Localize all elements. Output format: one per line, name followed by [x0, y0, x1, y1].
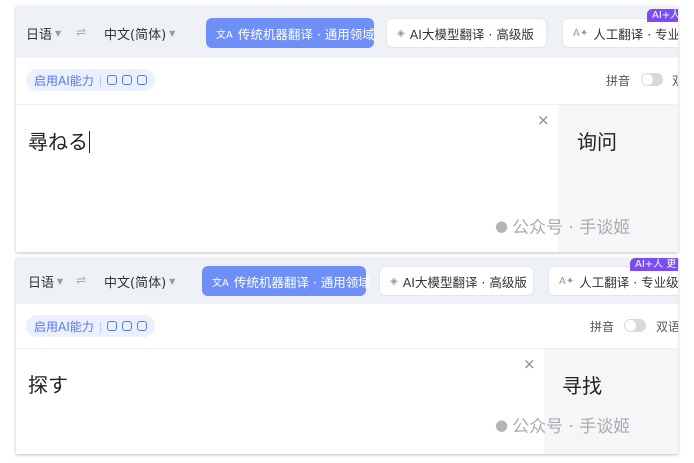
- translator-panel-1: 日语 ▼ ⇌ 中文(简体) ▼ 文A 传统机器翻译 · 通用领域 ◈ AI大模型…: [16, 6, 678, 252]
- enable-ai-label: 启用AI能力: [34, 319, 94, 334]
- tab-ai-llm-translation-label: AI大模型翻译 · 高级版: [409, 26, 534, 42]
- chevron-down-icon: ▼: [57, 277, 64, 286]
- source-text-value: 尋ねる: [28, 130, 88, 154]
- tab-human-translation[interactable]: A✦ 人工翻译 · 专业: [562, 18, 678, 48]
- ai-mode-icon[interactable]: [107, 321, 118, 331]
- wechat-icon: ●: [495, 415, 509, 434]
- ai-review-icon[interactable]: [122, 75, 133, 85]
- target-language-select[interactable]: 中文(简体) ▼: [104, 272, 175, 291]
- target-language-label: 中文(简体): [104, 28, 167, 43]
- target-language-select[interactable]: 中文(简体) ▼: [104, 24, 175, 43]
- ai-plus-human-badge: AI+人 更: [630, 258, 678, 271]
- enable-ai-toggle[interactable]: 启用AI能力 |: [26, 69, 156, 91]
- source-text-area[interactable]: 尋ねる ×: [16, 105, 558, 252]
- enable-ai-label: 启用AI能力: [34, 73, 94, 88]
- ai-model-icon: ◈: [390, 275, 398, 287]
- clear-icon[interactable]: ×: [537, 111, 550, 129]
- tab-machine-translation-label: 传统机器翻译 · 通用领域: [237, 26, 375, 42]
- target-language-label: 中文(简体): [104, 276, 167, 291]
- tab-human-translation-label: 人工翻译 · 专业级: [579, 274, 678, 290]
- source-language-select[interactable]: 日语 ▼: [28, 272, 63, 291]
- translator-panel-2: 日语 ▼ ⇌ 中文(简体) ▼ 文A 传统机器翻译 · 通用领域 ◈ AI大模型…: [16, 258, 678, 454]
- chevron-down-icon: ▼: [55, 29, 62, 38]
- tab-ai-llm-translation[interactable]: ◈ AI大模型翻译 · 高级版: [386, 18, 547, 48]
- tab-ai-llm-translation-label: AI大模型翻译 · 高级版: [402, 274, 527, 290]
- pinyin-toggle[interactable]: [641, 73, 663, 86]
- tab-machine-translation[interactable]: 文A 传统机器翻译 · 通用领域: [202, 266, 371, 296]
- ai-model-icon: ◈: [397, 27, 405, 39]
- watermark: ● 公众号 · 手谈姬: [495, 213, 631, 239]
- source-language-label: 日语: [28, 276, 55, 291]
- language-toolbar: 日语 ▼ ⇌ 中文(简体) ▼ 文A 传统机器翻译 · 通用领域 ◈ AI大模型…: [16, 6, 678, 56]
- divider: |: [98, 319, 103, 333]
- chevron-down-icon: ▼: [169, 29, 176, 38]
- divider: |: [98, 73, 103, 87]
- source-language-select[interactable]: 日语 ▼: [26, 24, 61, 43]
- source-text[interactable]: 探す: [28, 369, 68, 398]
- clear-icon[interactable]: ×: [523, 355, 536, 373]
- ai-controls-row: 启用AI能力 | 拼音 双语: [16, 304, 678, 349]
- translation-output-area: 寻找: [544, 349, 678, 454]
- swap-languages-icon[interactable]: ⇌: [76, 25, 86, 39]
- language-toolbar: 日语 ▼ ⇌ 中文(简体) ▼ 文A 传统机器翻译 · 通用领域 ◈ AI大模型…: [16, 258, 678, 308]
- ai-controls-row: 启用AI能力 | 拼音 双: [16, 58, 678, 105]
- bilingual-label: 双: [672, 72, 678, 89]
- pinyin-label: 拼音: [606, 74, 631, 88]
- chevron-down-icon: ▼: [169, 277, 176, 286]
- translate-icon: 文A: [212, 277, 229, 289]
- ai-review-icon[interactable]: [122, 321, 133, 331]
- bilingual-label: 双语: [656, 320, 678, 334]
- pinyin-label: 拼音: [590, 320, 615, 334]
- enable-ai-toggle[interactable]: 启用AI能力 |: [26, 315, 156, 337]
- tab-machine-translation-label: 传统机器翻译 · 通用领域: [233, 274, 371, 290]
- ai-polish-icon[interactable]: [137, 75, 148, 85]
- watermark-text: 公众号 · 手谈姬: [512, 417, 631, 437]
- ai-plus-human-badge: AI+人: [647, 9, 678, 22]
- tab-ai-llm-translation[interactable]: ◈ AI大模型翻译 · 高级版: [379, 266, 534, 296]
- tab-human-translation-label: 人工翻译 · 专业: [593, 26, 678, 42]
- text-cursor: [89, 131, 90, 153]
- human-ai-icon: A✦: [559, 275, 575, 287]
- source-text[interactable]: 尋ねる: [28, 126, 90, 155]
- watermark-text: 公众号 · 手谈姬: [512, 218, 631, 238]
- translation-text: 寻找: [562, 374, 602, 398]
- tab-machine-translation[interactable]: 文A 传统机器翻译 · 通用领域: [206, 18, 375, 48]
- pinyin-toggle[interactable]: [624, 319, 646, 332]
- human-ai-icon: A✦: [573, 27, 589, 39]
- translation-text: 询问: [577, 130, 617, 154]
- source-language-label: 日语: [26, 28, 53, 43]
- swap-languages-icon[interactable]: ⇌: [76, 273, 86, 287]
- source-text-area[interactable]: 探す ×: [16, 349, 544, 454]
- translate-icon: 文A: [216, 29, 233, 41]
- ai-mode-icon[interactable]: [107, 75, 118, 85]
- wechat-icon: ●: [495, 216, 509, 235]
- watermark: ● 公众号 · 手谈姬: [495, 412, 631, 438]
- ai-polish-icon[interactable]: [137, 321, 148, 331]
